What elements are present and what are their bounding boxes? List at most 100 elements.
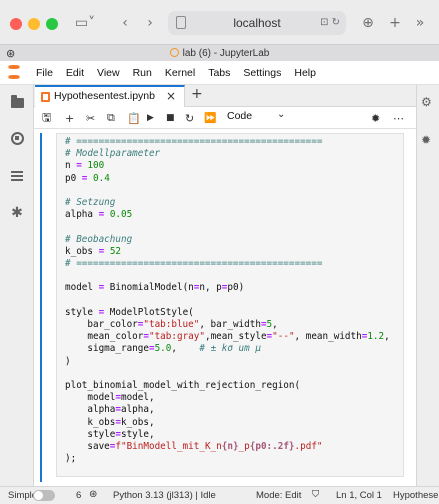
code-cell[interactable]: # ======================================…: [40, 133, 410, 482]
notebook-icon: [41, 92, 50, 102]
debugger-icon[interactable]: ✹: [421, 133, 431, 147]
code-editor[interactable]: # ======================================…: [56, 133, 404, 477]
code-token: plot_binomial_model_with_rejection_regio…: [65, 380, 301, 392]
menu-edit[interactable]: Edit: [66, 67, 84, 79]
code-token: ,: [171, 343, 200, 355]
code-line: ): [65, 356, 390, 368]
code-line: # Modellparameter: [65, 148, 390, 160]
new-tab-icon[interactable]: +: [388, 12, 402, 34]
property-inspector-icon[interactable]: ⚙: [421, 95, 432, 109]
code-token: # ======================================…: [65, 258, 323, 270]
reload-icon[interactable]: ⊡ ↻: [320, 11, 340, 35]
code-line: save=f"BinModell_mit_K_n{n}_p{p0:.2f}.pd…: [65, 441, 390, 453]
close-tab-icon[interactable]: ×: [166, 89, 176, 103]
code-token: model: [65, 282, 99, 294]
zoom-window-button[interactable]: [46, 18, 58, 30]
file-browser-icon[interactable]: [9, 95, 25, 111]
code-token: {n}: [221, 441, 239, 453]
table-of-contents-icon[interactable]: [9, 168, 25, 184]
menu-tabs[interactable]: Tabs: [208, 67, 230, 79]
code-token: ,: [384, 331, 390, 343]
code-line: style = ModelPlotStyle(: [65, 307, 390, 319]
status-bar: Simple 6 ⊛ Python 3.13 (jl313) | Idle Mo…: [0, 486, 439, 504]
code-token: style: [65, 428, 116, 440]
code-line: n = 100: [65, 160, 390, 172]
menu-run[interactable]: Run: [133, 67, 152, 79]
kernel-status[interactable]: Python 3.13 (jl313) | Idle: [113, 490, 216, 501]
jupyter-logo-icon: [7, 65, 21, 81]
code-token: # Beobachung: [65, 233, 133, 245]
overflow-icon[interactable]: »: [412, 12, 428, 34]
code-line: style=style,: [65, 429, 390, 441]
notebook-panel: # ======================================…: [34, 129, 416, 486]
address-bar[interactable]: localhost ⊡ ↻: [168, 11, 346, 35]
code-token: k_obs: [65, 245, 99, 257]
code-token: {p0:.2f}: [249, 441, 295, 453]
code-token: mean_color: [65, 331, 144, 343]
browser-tab-strip: ⊛ lab (6) - JupyterLab: [0, 44, 439, 61]
run-icon[interactable]: ▶: [147, 110, 154, 126]
menu-view[interactable]: View: [97, 67, 120, 79]
shield-icon[interactable]: ⛉: [312, 489, 319, 500]
code-line: ​: [65, 295, 390, 307]
simple-mode-toggle[interactable]: [33, 490, 55, 501]
loading-icon: [169, 48, 179, 57]
close-window-button[interactable]: [10, 18, 22, 30]
code-token: .pdf": [294, 441, 323, 453]
forward-icon[interactable]: ›: [143, 12, 157, 34]
restart-icon[interactable]: ↻: [185, 110, 194, 126]
paste-icon[interactable]: 📋: [127, 110, 141, 126]
code-token: BinomialModel(n: [104, 282, 194, 294]
cell-type-select[interactable]: Code: [227, 110, 252, 122]
code-line: sigma_range=5.0, # ± kσ um μ: [65, 343, 390, 355]
menu-help[interactable]: Help: [294, 67, 316, 79]
code-text: # ======================================…: [65, 136, 390, 465]
code-token: _p: [238, 441, 250, 453]
code-line: alpha = 0.05: [65, 209, 390, 221]
code-token: alpha: [65, 209, 99, 221]
chevron-down-icon[interactable]: ⌄: [277, 109, 285, 120]
code-line: ​: [65, 185, 390, 197]
cut-icon[interactable]: ✂: [86, 110, 95, 126]
code-token: "--": [272, 331, 295, 343]
menu-kernel[interactable]: Kernel: [165, 67, 195, 79]
running-kernels-icon[interactable]: [9, 130, 25, 146]
browser-tab[interactable]: lab (6) - JupyterLab: [0, 45, 439, 62]
interrupt-icon[interactable]: ■: [166, 110, 175, 126]
minimize-window-button[interactable]: [28, 18, 40, 30]
debug-icon[interactable]: ✹: [371, 110, 380, 126]
code-token: );: [65, 453, 77, 465]
code-line: # Setzung: [65, 197, 390, 209]
more-options-icon[interactable]: ⋯: [393, 110, 404, 126]
download-icon[interactable]: ⊕: [360, 12, 376, 34]
copy-icon[interactable]: ⧉: [107, 110, 115, 126]
menu-file[interactable]: File: [36, 67, 53, 79]
code-line: mean_color="tab:gray",mean_style="--", m…: [65, 331, 390, 343]
save-icon[interactable]: 🖫: [42, 110, 51, 126]
insert-cell-icon[interactable]: +: [65, 110, 74, 126]
code-token: , mean_width: [294, 331, 362, 343]
code-line: bar_color="tab:blue", bar_width=5,: [65, 319, 390, 331]
cursor-position[interactable]: Ln 1, Col 1: [336, 490, 382, 501]
code-token: 5.0: [154, 343, 172, 355]
code-line: # ======================================…: [65, 258, 390, 270]
code-line: model = BinomialModel(n=n, p=p0): [65, 282, 390, 294]
tab-notebook[interactable]: Hypothesentest.ipynb ×: [35, 85, 185, 108]
tab-notebook-label: Hypothesentest.ipynb: [54, 90, 155, 102]
extensions-icon[interactable]: ✱: [9, 205, 25, 221]
menu-settings[interactable]: Settings: [243, 67, 281, 79]
code-token: n, p: [199, 282, 222, 294]
code-token: model: [65, 392, 116, 404]
new-launcher-button[interactable]: +: [191, 86, 203, 102]
menu-items: File Edit View Run Kernel Tabs Settings …: [36, 61, 316, 85]
restart-run-all-icon[interactable]: ⏩: [204, 110, 216, 126]
terminal-count[interactable]: 6: [76, 490, 81, 501]
main-area: Hypothesentest.ipynb × + 🖫 + ✂ ⧉ 📋 ▶ ■ ↻…: [34, 85, 416, 486]
code-token: "tab:blue": [143, 319, 200, 331]
code-token: # ======================================…: [65, 136, 323, 147]
code-token: ,mean_style: [204, 331, 267, 343]
terminal-icon[interactable]: ⊛: [89, 489, 97, 500]
back-icon[interactable]: ‹: [118, 12, 132, 34]
sidebar-toggle-icon[interactable]: ▭˅: [70, 12, 100, 34]
code-line: ​: [65, 221, 390, 233]
